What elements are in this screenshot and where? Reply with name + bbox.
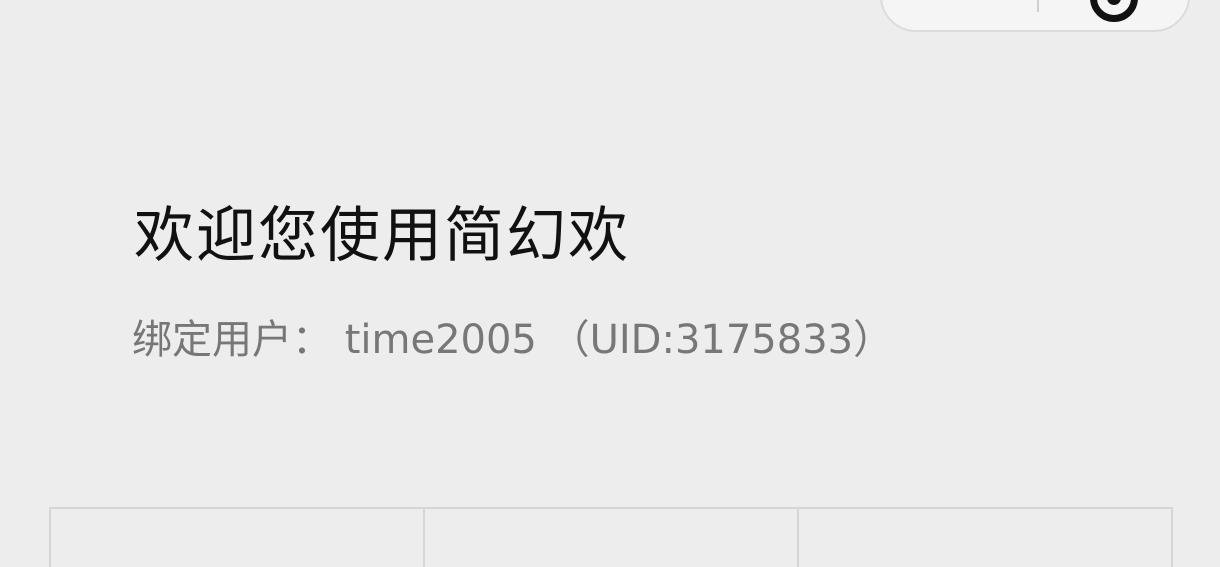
bound-user-text: 绑定用户： time2005 （UID:3175833） bbox=[132, 317, 894, 363]
more-dots-icon[interactable] bbox=[912, 0, 952, 4]
feature-grid bbox=[49, 507, 1173, 567]
mini-program-capsule bbox=[880, 0, 1190, 32]
top-app-bar bbox=[0, 0, 1220, 40]
grid-cell[interactable] bbox=[51, 509, 423, 567]
circle-close-icon[interactable] bbox=[1090, 0, 1138, 22]
welcome-title: 欢迎您使用简幻欢 bbox=[134, 201, 630, 271]
page-title bbox=[520, 0, 710, 10]
grid-cell[interactable] bbox=[797, 509, 1171, 567]
capsule-divider bbox=[1037, 0, 1039, 12]
grid-cell[interactable] bbox=[423, 509, 797, 567]
